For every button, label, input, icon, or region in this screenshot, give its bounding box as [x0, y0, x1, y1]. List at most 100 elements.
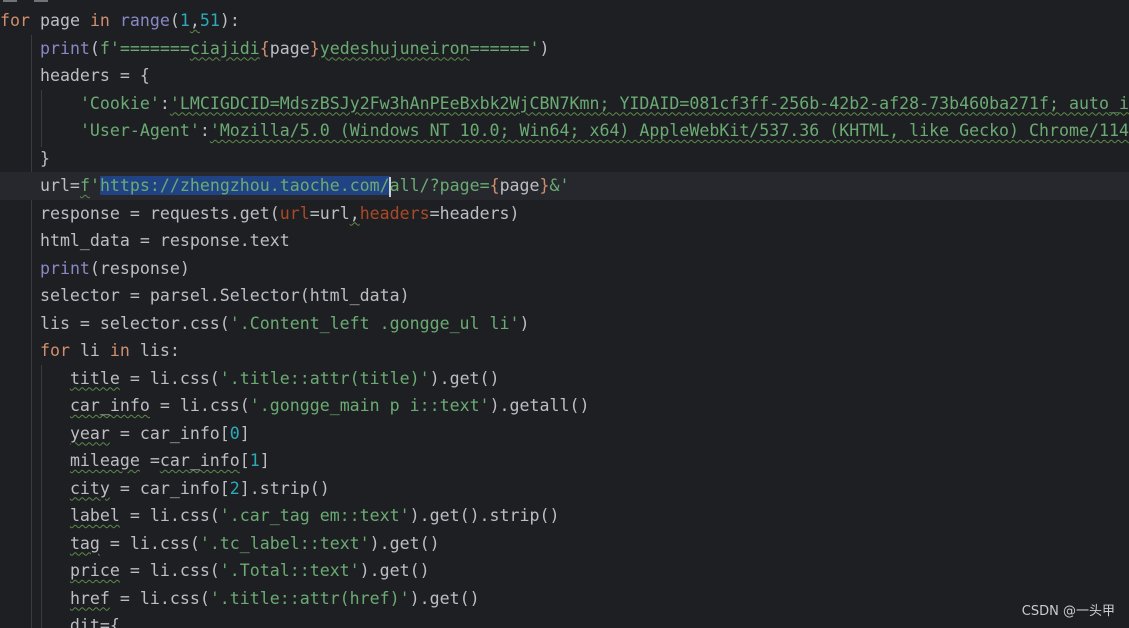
- code-token: headers = {: [0, 66, 150, 85]
- code-token: range: [119, 11, 170, 30]
- code-token: lis = selector.css(: [0, 313, 230, 333]
- code-token: 'LMCIGDCID=MdszBSJy2Fw3hAnPEeBxbk2WjCBN7…: [169, 93, 1129, 113]
- code-token: = li.css(: [109, 588, 210, 608]
- code-line[interactable]: 'Cookie':'LMCIGDCID=MdszBSJy2Fw3hAnPEeBx…: [0, 90, 1129, 118]
- code-token: ,: [189, 11, 200, 30]
- code-line[interactable]: title = li.css('.title::attr(title)').ge…: [0, 365, 1129, 393]
- code-editor[interactable]: for page in range(1,51): print(f'=======…: [0, 0, 1129, 628]
- code-token: headers: [359, 203, 430, 223]
- code-token: = li.css(: [119, 368, 220, 388]
- code-token: https://zhengzhou.taoche.com/: [99, 176, 390, 195]
- code-token: title: [69, 368, 120, 388]
- code-token: '.Content_left .gongge_ul li': [229, 313, 520, 333]
- code-token: print: [39, 38, 90, 58]
- code-token: ): [539, 38, 550, 58]
- code-line[interactable]: href = li.css('.title::attr(href)').get(…: [0, 585, 1129, 613]
- code-line[interactable]: mileage =car_info[1]: [0, 447, 1129, 475]
- code-token: car_info: [69, 396, 150, 415]
- code-token: }: [539, 176, 550, 195]
- code-token: selector = parsel.Selector(html_data): [0, 286, 410, 305]
- code-token: mileage: [69, 451, 140, 470]
- code-token: {: [489, 176, 500, 195]
- code-token: '.title::attr(title)': [219, 368, 430, 388]
- code-token: 'User-Agent': [79, 121, 200, 140]
- code-token: ,: [349, 203, 360, 223]
- code-token: city: [69, 478, 110, 498]
- code-token: yedeshujuneiron: [319, 38, 470, 58]
- code-token: = li.css(: [149, 396, 250, 415]
- code-line[interactable]: dit={: [0, 612, 1129, 628]
- code-line[interactable]: selector = parsel.Selector(html_data): [0, 282, 1129, 310]
- code-line[interactable]: lis = selector.css('.Content_left .gongg…: [0, 310, 1129, 338]
- code-token: all/?page=: [389, 176, 490, 195]
- code-token: ).get(): [359, 561, 430, 580]
- code-token: page: [499, 176, 540, 195]
- code-token: }: [0, 148, 50, 168]
- code-token: [: [239, 451, 250, 470]
- code-token: ': [89, 176, 100, 195]
- code-token: print: [39, 258, 90, 278]
- code-token: =url: [309, 203, 350, 223]
- code-token: :: [199, 121, 210, 140]
- code-token: =headers): [429, 203, 520, 223]
- code-line[interactable]: response = requests.get(url=url,headers=…: [0, 200, 1129, 228]
- code-line[interactable]: url=f'https://zhengzhou.taoche.com/all/?…: [0, 172, 1129, 200]
- code-token: href: [69, 588, 110, 608]
- code-token: ciajidi: [189, 38, 260, 58]
- code-token: '.car_tag em::text': [219, 506, 410, 525]
- code-token: 1: [179, 11, 190, 30]
- fold-marker-stub: [34, 0, 48, 2]
- code-line[interactable]: label = li.css('.car_tag em::text').get(…: [0, 502, 1129, 530]
- code-token: ).getall(): [489, 396, 590, 415]
- code-line[interactable]: 'User-Agent':'Mozilla/5.0 (Windows NT 10…: [0, 117, 1129, 145]
- code-token: (: [89, 38, 100, 58]
- code-line[interactable]: print(f'=======ciajidi{page}yedeshujunei…: [0, 35, 1129, 63]
- code-line[interactable]: year = car_info[0]: [0, 420, 1129, 448]
- code-line[interactable]: tag = li.css('.tc_label::text').get(): [0, 530, 1129, 558]
- code-token: = li.css(: [119, 506, 220, 525]
- code-line[interactable]: }: [0, 145, 1129, 173]
- code-token: lis:: [129, 341, 180, 360]
- code-token: ).get().strip(): [409, 506, 560, 525]
- code-token: for: [39, 341, 70, 360]
- code-line[interactable]: for page in range(1,51):: [0, 7, 1129, 35]
- code-token: 1: [249, 451, 260, 470]
- code-token: = li.css(: [119, 561, 220, 580]
- code-line[interactable]: print(response): [0, 255, 1129, 283]
- code-token: '.gongge_main p i::text': [249, 396, 490, 415]
- code-line[interactable]: city = car_info[2].strip(): [0, 475, 1129, 503]
- code-token: ).get(): [409, 588, 480, 608]
- code-line[interactable]: html_data = response.text: [0, 227, 1129, 255]
- code-token: '.title::attr(href)': [209, 588, 410, 608]
- code-token: 'Cookie': [79, 93, 160, 113]
- code-token: page: [269, 38, 310, 58]
- code-line[interactable]: car_info = li.css('.gongge_main p i::tex…: [0, 392, 1129, 420]
- code-token: = car_info[: [109, 478, 230, 498]
- code-token: 0: [229, 423, 240, 443]
- code-token: {: [259, 38, 270, 58]
- code-line[interactable]: for li in lis:: [0, 337, 1129, 365]
- code-token: li: [69, 341, 110, 360]
- code-token: page: [29, 11, 90, 30]
- code-line[interactable]: headers = {: [0, 62, 1129, 90]
- code-token: 'Mozilla/5.0 (Windows NT 10.0; Win64; x6…: [209, 121, 1129, 140]
- code-token: :: [159, 93, 170, 113]
- code-token: ): [519, 313, 530, 333]
- code-token: year: [69, 423, 110, 443]
- code-token: '.Total::text': [219, 561, 360, 580]
- fold-marker-stub: [3, 0, 17, 2]
- code-line[interactable]: price = li.css('.Total::text').get(): [0, 557, 1129, 585]
- code-token: ======': [469, 38, 540, 58]
